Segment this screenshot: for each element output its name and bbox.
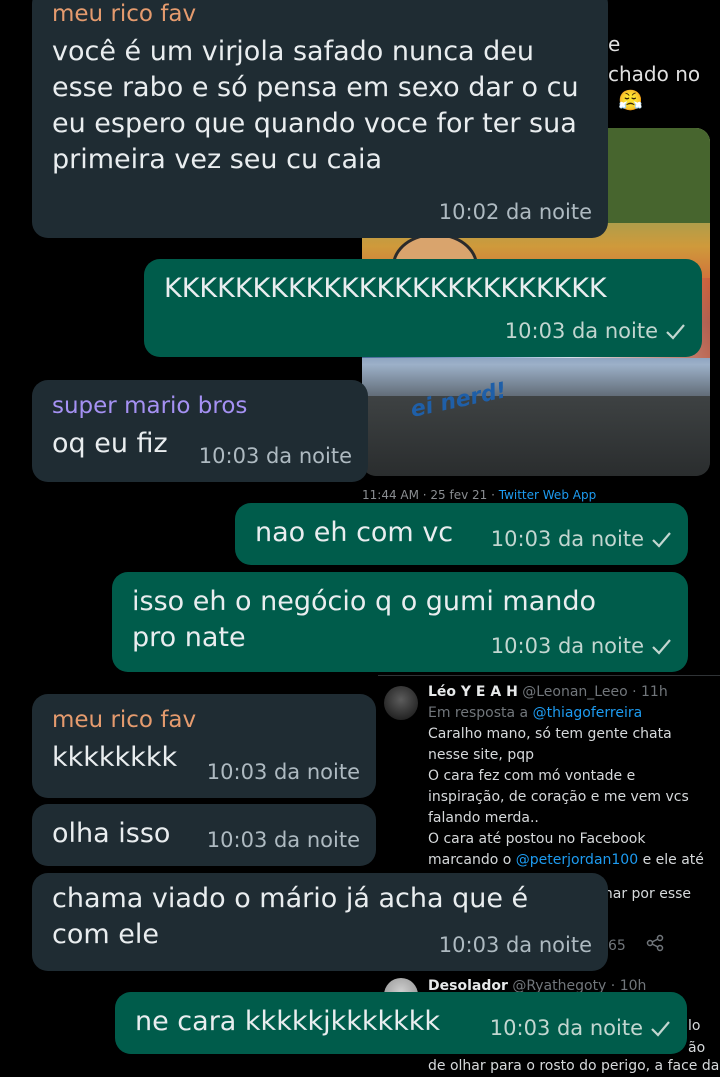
tweet-fragment: lo bbox=[688, 1018, 701, 1034]
message-time: 10:03 da noite bbox=[206, 828, 360, 852]
read-check-icon bbox=[652, 532, 671, 548]
message-bubble-outgoing[interactable]: nao eh com vc 10:03 da noite bbox=[235, 503, 688, 565]
read-check-icon bbox=[652, 639, 671, 655]
message-bubble-outgoing[interactable]: isso eh o negócio q o gumi mando pro nat… bbox=[112, 572, 688, 672]
message-text: KKKKKKKKKKKKKKKKKKKKKKKKK bbox=[164, 273, 607, 304]
reply-link[interactable]: @thiagoferreira bbox=[533, 705, 643, 721]
message-bubble-incoming[interactable]: super mario bros oq eu fiz 10:03 da noit… bbox=[32, 380, 368, 482]
tweet-line: O cara fez com mó vontade e inspiração, … bbox=[428, 768, 689, 826]
message-time: 10:03 da noite bbox=[490, 634, 644, 658]
read-check-icon bbox=[666, 324, 685, 340]
share-icon[interactable] bbox=[646, 934, 664, 959]
mention-link[interactable]: @peterjordan100 bbox=[516, 852, 638, 868]
message-time: 10:03 da noite bbox=[504, 319, 658, 343]
message-bubble-incoming[interactable]: meu rico fav kkkkkkkk 10:03 da noite bbox=[32, 694, 376, 798]
background-text-fragment: chado no bbox=[608, 62, 701, 86]
message-bubble-outgoing[interactable]: KKKKKKKKKKKKKKKKKKKKKKKKK 10:03 da noite bbox=[144, 259, 702, 357]
message-time: 10:03 da noite bbox=[198, 444, 352, 468]
message-bubble-incoming[interactable]: olha isso 10:03 da noite bbox=[32, 804, 376, 866]
message-text: você é um virjola safado nunca deu esse … bbox=[52, 36, 579, 175]
message-time: 10:03 da noite bbox=[438, 933, 592, 957]
tweet-author: Léo Y E A H bbox=[428, 684, 518, 700]
tweet-fragment: de olhar para o rosto do perigo, a face … bbox=[428, 1058, 720, 1074]
sender-name: super mario bros bbox=[52, 393, 248, 419]
message-time: 10:03 da noite bbox=[206, 760, 360, 784]
tweet-timestamp: 11:44 AM · 25 fev 21 · Twitter Web App bbox=[362, 488, 597, 502]
sender-name: meu rico fav bbox=[52, 1, 197, 27]
background-text-fragment: e bbox=[608, 32, 621, 56]
tweet-handle: @Leonan_Leeo · 11h bbox=[522, 684, 668, 700]
emoji-angry-icon: 😤 bbox=[618, 88, 643, 112]
message-bubble-incoming[interactable]: chama viado o mário já acha que é com el… bbox=[32, 873, 608, 971]
avatar bbox=[384, 686, 418, 720]
retweet-count: 65 bbox=[608, 938, 626, 954]
tweet-fragment: lhar por esse bbox=[600, 886, 692, 902]
read-check-icon bbox=[651, 1021, 670, 1037]
tweet-line: Caralho mano, só tem gente chata nesse s… bbox=[428, 726, 672, 763]
sender-name: meu rico fav bbox=[52, 707, 197, 733]
message-time: 10:03 da noite bbox=[489, 1016, 643, 1040]
tweet-source-link[interactable]: Twitter Web App bbox=[499, 488, 596, 502]
message-time: 10:02 da noite bbox=[438, 200, 592, 224]
message-bubble-outgoing[interactable]: ne cara kkkkkjkkkkkkk 10:03 da noite bbox=[115, 992, 687, 1054]
message-bubble-incoming[interactable]: meu rico fav você é um virjola safado nu… bbox=[32, 0, 608, 238]
message-time: 10:03 da noite bbox=[490, 527, 644, 551]
